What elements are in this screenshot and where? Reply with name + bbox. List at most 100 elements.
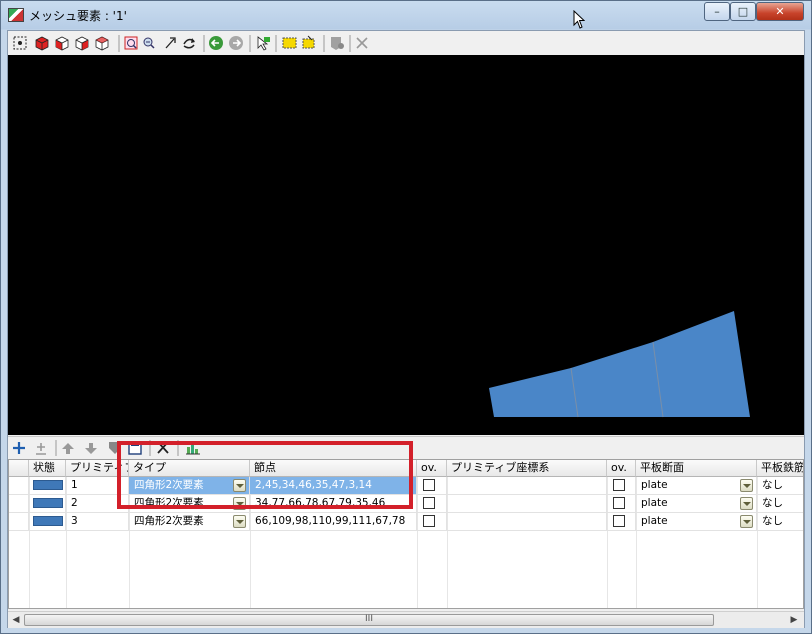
- plate-rebar-cell[interactable]: なし: [757, 513, 803, 531]
- mesh-viewport[interactable]: [8, 55, 804, 435]
- maximize-button[interactable]: □: [730, 2, 756, 21]
- filter-icon[interactable]: [331, 37, 344, 50]
- override-checkbox[interactable]: [613, 497, 625, 509]
- forward-icon[interactable]: [229, 36, 243, 50]
- override-cell[interactable]: [417, 477, 447, 495]
- insert-row-icon[interactable]: [36, 443, 46, 455]
- plate-section-value: plate: [641, 515, 668, 527]
- section-dropdown-icon[interactable]: [740, 497, 753, 510]
- rotate-icon[interactable]: [183, 38, 195, 49]
- primitive-coord-cell[interactable]: [447, 477, 607, 495]
- header-primitive[interactable]: プリミティブ: [66, 460, 129, 477]
- type-value: 四角形2次要素: [134, 515, 204, 527]
- type-cell[interactable]: 四角形2次要素: [129, 513, 250, 531]
- minimize-button[interactable]: –: [704, 2, 730, 21]
- nodes-cell[interactable]: 34,77,66,78,67,79,35,46: [250, 495, 417, 513]
- pick-icon[interactable]: [257, 36, 270, 51]
- clear-icon[interactable]: [356, 37, 368, 49]
- status-cell: [29, 513, 66, 531]
- header-override-1[interactable]: ov.: [417, 460, 447, 477]
- mesh-element-1[interactable]: [489, 368, 578, 417]
- zoom-window-icon[interactable]: [124, 36, 138, 50]
- header-override-2[interactable]: ov.: [607, 460, 636, 477]
- box-view-icon[interactable]: [35, 36, 49, 51]
- select-all-icon[interactable]: [13, 36, 27, 50]
- override-checkbox[interactable]: [613, 515, 625, 527]
- header-status[interactable]: 状態: [29, 460, 66, 477]
- primitive-id-cell[interactable]: 1: [66, 477, 129, 495]
- app-icon: [8, 8, 24, 22]
- override-cell[interactable]: [417, 495, 447, 513]
- save-icon[interactable]: [128, 441, 142, 455]
- override-cell[interactable]: [417, 513, 447, 531]
- grid-toolbar-icons: [13, 440, 200, 456]
- delete-icon[interactable]: [157, 441, 169, 454]
- type-dropdown-icon[interactable]: [233, 515, 246, 528]
- header-plate-rebar[interactable]: 平板鉄筋: [757, 460, 803, 477]
- override-cell[interactable]: [607, 477, 636, 495]
- override-checkbox[interactable]: [423, 515, 435, 527]
- wireframe-box-icon[interactable]: [95, 36, 109, 51]
- row-selector[interactable]: [9, 513, 29, 531]
- type-dropdown-icon[interactable]: [233, 479, 246, 492]
- type-value: 四角形2次要素: [134, 497, 204, 509]
- primitive-coord-cell[interactable]: [447, 495, 607, 513]
- status-indicator: [33, 516, 63, 526]
- row-selector[interactable]: [9, 477, 29, 495]
- window: メッシュ要素 : '1' – □ ✕ 状態 プリミティブ タイプ 節点 ov. …: [0, 0, 812, 634]
- section-dropdown-icon[interactable]: [740, 479, 753, 492]
- override-checkbox[interactable]: [423, 479, 435, 491]
- override-cell[interactable]: [607, 513, 636, 531]
- move-down-icon[interactable]: [85, 443, 97, 454]
- select-lasso-icon[interactable]: [302, 35, 315, 49]
- type-dropdown-icon[interactable]: [233, 497, 246, 510]
- close-button[interactable]: ✕: [756, 2, 804, 21]
- move-up-icon[interactable]: [62, 443, 74, 454]
- header-plate-section[interactable]: 平板断面: [636, 460, 757, 477]
- status-cell: [29, 495, 66, 513]
- header-nodes[interactable]: 節点: [250, 460, 417, 477]
- plate-rebar-cell[interactable]: なし: [757, 477, 803, 495]
- plate-section-cell[interactable]: plate: [636, 495, 757, 513]
- pan-arrow-icon[interactable]: [165, 37, 176, 49]
- override-cell[interactable]: [607, 495, 636, 513]
- nodes-cell[interactable]: 2,45,34,46,35,47,3,14: [250, 477, 417, 495]
- box-side-icon[interactable]: [75, 36, 89, 51]
- status-cell: [29, 477, 66, 495]
- section-dropdown-icon[interactable]: [740, 515, 753, 528]
- copy-icon[interactable]: [109, 442, 121, 454]
- box-front-icon[interactable]: [55, 36, 69, 51]
- plate-section-cell[interactable]: plate: [636, 513, 757, 531]
- scrollbar-thumb[interactable]: III: [24, 614, 714, 626]
- header-primitive-coord[interactable]: プリミティブ座標系: [447, 460, 607, 477]
- mesh-element-2[interactable]: [571, 342, 663, 417]
- mesh-element-3[interactable]: [653, 311, 750, 417]
- scroll-right-icon[interactable]: ▶: [788, 614, 800, 626]
- primitive-id-cell[interactable]: 2: [66, 495, 129, 513]
- primitive-id-cell[interactable]: 3: [66, 513, 129, 531]
- chart-icon[interactable]: [186, 443, 200, 455]
- plate-section-value: plate: [641, 497, 668, 509]
- override-checkbox[interactable]: [613, 479, 625, 491]
- status-indicator: [33, 480, 63, 490]
- view-toolbar: [8, 31, 804, 55]
- title-bar[interactable]: メッシュ要素 : '1' – □ ✕: [1, 1, 811, 29]
- nodes-cell[interactable]: 66,109,98,110,99,111,67,78: [250, 513, 417, 531]
- override-checkbox[interactable]: [423, 497, 435, 509]
- type-value: 四角形2次要素: [134, 479, 204, 491]
- select-rect-icon[interactable]: [282, 37, 297, 49]
- back-icon[interactable]: [209, 36, 223, 50]
- zoom-out-icon[interactable]: [143, 37, 155, 49]
- horizontal-scrollbar[interactable]: ◀ III ▶: [8, 611, 804, 628]
- element-grid: 状態 プリミティブ タイプ 節点 ov. プリミティブ座標系 ov. 平板断面 …: [8, 459, 804, 609]
- plate-rebar-cell[interactable]: なし: [757, 495, 803, 513]
- plate-section-cell[interactable]: plate: [636, 477, 757, 495]
- header-type[interactable]: タイプ: [129, 460, 250, 477]
- type-cell[interactable]: 四角形2次要素: [129, 477, 250, 495]
- add-row-icon[interactable]: [13, 442, 25, 454]
- scroll-left-icon[interactable]: ◀: [10, 614, 22, 626]
- status-indicator: [33, 498, 63, 508]
- type-cell[interactable]: 四角形2次要素: [129, 495, 250, 513]
- primitive-coord-cell[interactable]: [447, 513, 607, 531]
- row-selector[interactable]: [9, 495, 29, 513]
